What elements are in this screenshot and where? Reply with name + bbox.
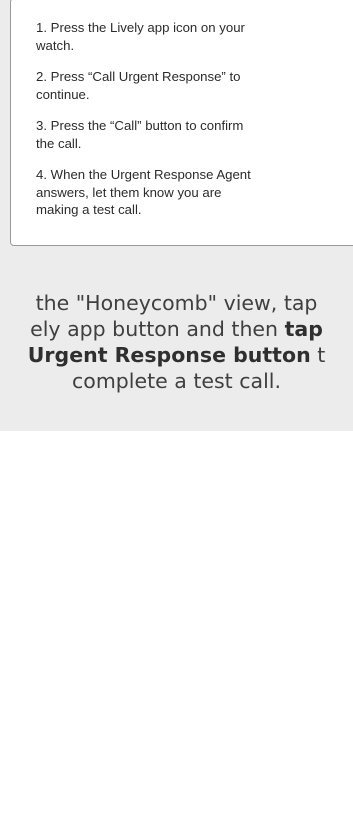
caption-line-2-text: ely app button and then (30, 317, 285, 341)
caption-line-3: Urgent Response button t (0, 342, 353, 368)
caption-line-2-bold: tap (284, 317, 323, 341)
caption-line-1: the "Honeycomb" view, tap (35, 291, 318, 315)
step-2-text: 2. Press “Call Urgent Response” to conti… (36, 69, 241, 102)
step-3-text: 3. Press the “Call” button to confirm th… (36, 118, 244, 151)
instructions-card: 1. Press the Lively app icon on your wat… (10, 0, 353, 246)
step-1-text: 1. Press the Lively app icon on your wat… (36, 20, 245, 53)
caption-line-3-text: t (310, 343, 326, 367)
step-4-text: 4. When the Urgent Response Agent answer… (36, 167, 251, 217)
caption-line-4: complete a test call. (72, 369, 281, 393)
instruction-caption: the "Honeycomb" view, tap ely app button… (0, 290, 353, 394)
caption-line-2: ely app button and then tap (0, 316, 353, 342)
caption-line-3-bold: Urgent Response button (27, 343, 311, 367)
instruction-panel: 1. Press the Lively app icon on your wat… (0, 0, 353, 431)
